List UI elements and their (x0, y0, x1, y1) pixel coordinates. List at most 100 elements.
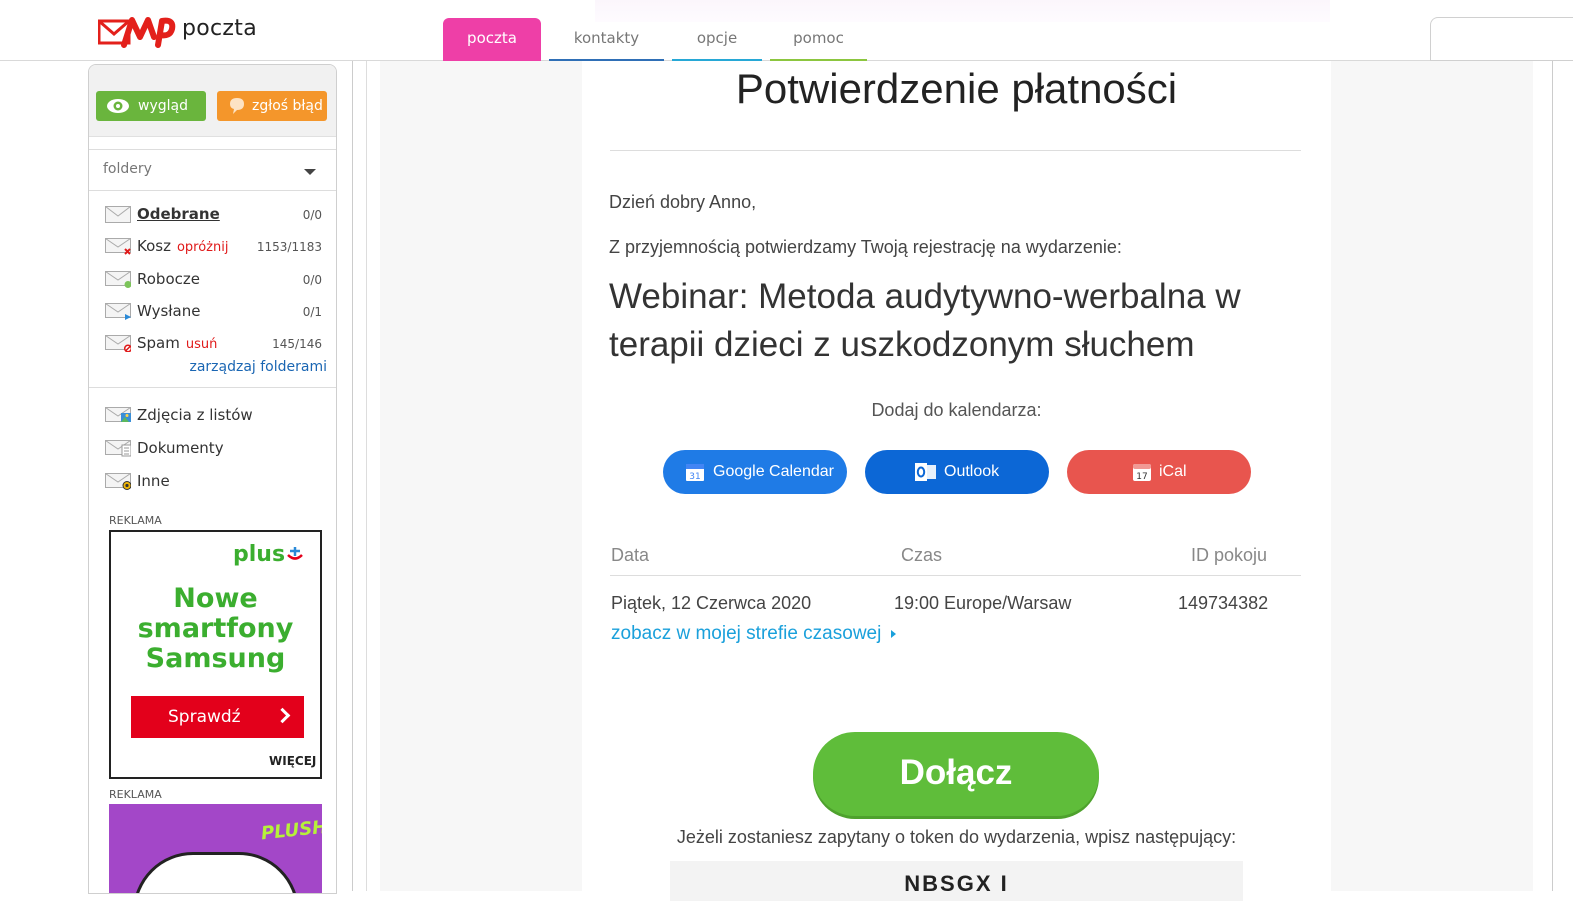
ad-brand-text: plus (233, 542, 286, 567)
folder-count: 0/0 (302, 273, 322, 287)
google-calendar-button[interactable]: 31 Google Calendar (663, 450, 847, 494)
table-header-time: Czas (901, 545, 943, 565)
logo-text: poczta (182, 16, 257, 41)
other-envelope-icon (105, 473, 131, 490)
ical-button[interactable]: 17 iCal (1067, 450, 1251, 494)
caret-down-icon (304, 169, 316, 175)
outlook-button[interactable]: Outlook (865, 450, 1049, 494)
table-header-room: ID pokoju (1191, 545, 1268, 565)
folder-name: Kosz opróżnij (137, 237, 228, 255)
plus-logo-icon (287, 547, 303, 560)
greeting-text: Dzień dobry Anno, (609, 192, 757, 212)
folder-kosz[interactable]: Kosz opróżnij 1153/1183 (89, 234, 336, 262)
outlook-icon (915, 463, 936, 481)
svg-text:31: 31 (689, 472, 700, 482)
table-header-date: Data (611, 545, 650, 565)
folders-dropdown[interactable]: foldery (89, 149, 336, 191)
token-value: NBSGX I (904, 871, 1009, 896)
token-box: NBSGX I (670, 861, 1243, 901)
folder-name: Odebrane (137, 205, 220, 223)
appearance-label: wygląd (138, 98, 188, 114)
message-title: Potwierdzenie płatności (735, 65, 1178, 112)
ad-headline-line: Nowe (173, 583, 258, 614)
folder-count: 145/146 (272, 337, 322, 351)
timezone-link[interactable]: zobacz w mojej strefie czasowej (611, 623, 897, 645)
empty-trash-link[interactable]: opróżnij (177, 240, 229, 255)
tab-poczta[interactable]: poczta (443, 18, 541, 61)
ad-headline-line: Samsung (145, 643, 286, 674)
ical-icon: 17 (1133, 464, 1151, 482)
tab-label: pomoc (793, 29, 844, 47)
folder-spam[interactable]: Spam usuń 145/146 (89, 331, 336, 359)
tab-kontakty[interactable]: kontakty (549, 18, 664, 61)
event-title-line: terapii dzieci z uszkodzonym słuchem (609, 325, 1195, 364)
folder-name: Dokumenty (137, 439, 224, 457)
divider (610, 575, 1301, 576)
folder-robocze[interactable]: Robocze 0/0 (89, 267, 336, 295)
folder-count: 0/0 (302, 208, 322, 222)
tab-label: opcje (696, 29, 738, 47)
trash-envelope-icon (105, 238, 131, 255)
envelope-icon (105, 206, 131, 223)
eye-icon (107, 99, 129, 113)
ad-cta-button[interactable]: Sprawdź (131, 696, 304, 738)
calendar-label: Dodaj do kalendarza: (871, 400, 1042, 420)
search-box[interactable] (1430, 17, 1573, 61)
folder-name: Robocze (137, 270, 200, 288)
folder-name: Inne (137, 472, 170, 490)
logo[interactable]: poczta (98, 15, 278, 49)
advertisement-banner-2[interactable]: PLUSH (109, 804, 322, 893)
sent-envelope-icon (105, 303, 131, 320)
cloud-illustration (133, 852, 299, 893)
advertisement-banner[interactable]: plus Nowe smartfony Samsung Sprawdź WIĘC… (109, 530, 322, 779)
manage-folders-link[interactable]: zarządzaj folderami (189, 359, 327, 375)
tab-label: kontakty (573, 29, 640, 47)
google-calendar-icon: 31 (686, 464, 704, 482)
sidebar: wygląd zgłoś błąd foldery Odebrane 0/0 K… (88, 64, 337, 894)
pane-divider (366, 61, 367, 891)
speech-bubble-icon (230, 98, 244, 114)
pane-divider (352, 61, 353, 891)
join-button[interactable]: Dołącz (813, 732, 1099, 816)
folder-name: Zdjęcia z listów (137, 406, 253, 424)
folders-header-label: foldery (103, 161, 152, 177)
tab-opcje[interactable]: opcje (672, 18, 762, 61)
pane-divider (1552, 61, 1553, 891)
folder-count: 1153/1183 (256, 240, 322, 254)
divider (89, 387, 336, 388)
svg-text:17: 17 (1136, 472, 1147, 482)
report-bug-button[interactable]: zgłoś błąd (217, 91, 327, 121)
folder-documents[interactable]: Dokumenty (89, 436, 336, 464)
event-date: Piątek, 12 Czerwca 2020 (611, 593, 812, 613)
ad-label: REKLAMA (109, 788, 162, 801)
spam-envelope-icon (105, 335, 131, 352)
tab-label: poczta (467, 29, 517, 47)
wp-logo-icon (98, 17, 176, 48)
folder-other[interactable]: Inne (89, 469, 336, 497)
message-body: Potwierdzenie płatności Dzień dobry Anno… (582, 61, 1331, 901)
folder-name-text: Spam (137, 334, 180, 352)
outlook-label: Outlook (944, 463, 1000, 480)
tab-pomoc[interactable]: pomoc (770, 18, 867, 61)
folder-count: 0/1 (302, 305, 322, 319)
folder-name: Wysłane (137, 302, 201, 320)
folder-odebrane[interactable]: Odebrane 0/0 (89, 202, 336, 230)
chevron-right-icon (274, 707, 291, 724)
google-calendar-label: Google Calendar (713, 463, 834, 480)
delete-spam-link[interactable]: usuń (186, 337, 218, 352)
sidebar-toolbar: wygląd zgłoś błąd (89, 65, 336, 137)
top-bar: poczta poczta kontakty opcje pomoc (0, 0, 1573, 61)
photo-envelope-icon (105, 407, 131, 422)
folder-photos[interactable]: Zdjęcia z listów (89, 403, 336, 431)
token-instruction: Jeżeli zostaniesz zapytany o token do wy… (676, 827, 1237, 847)
folder-wyslane[interactable]: Wysłane 0/1 (89, 299, 336, 327)
report-bug-label: zgłoś błąd (252, 98, 323, 114)
ad-brand-logo: plus (233, 542, 304, 567)
event-title: Webinar: Metoda audytywno-werbalna w ter… (609, 273, 1299, 369)
event-title-line: Webinar: Metoda audytywno-werbalna w (609, 277, 1241, 316)
appearance-button[interactable]: wygląd (96, 91, 206, 121)
ad-headline-line: smartfony (137, 613, 294, 644)
document-envelope-icon (105, 440, 131, 457)
ad-more-link[interactable]: WIĘCEJ (269, 754, 316, 768)
timezone-link-label: zobacz w mojej strefie czasowej (611, 623, 882, 644)
